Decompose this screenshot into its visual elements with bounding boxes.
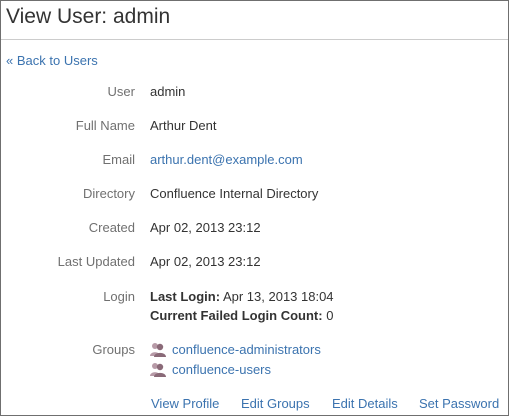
last-login-value: Apr 13, 2013 18:04 xyxy=(222,289,334,304)
last-updated-label: Last Updated xyxy=(57,254,135,269)
view-user-panel: View User: admin « Back to Users User ad… xyxy=(0,0,509,416)
group-item: confluence-users xyxy=(150,361,321,378)
page-title: View User: admin xyxy=(6,5,171,28)
groups-label: Groups xyxy=(92,342,135,357)
back-arrow: « xyxy=(6,53,14,68)
failed-login-line: Current Failed Login Count: 0 xyxy=(150,307,334,324)
group-icon xyxy=(150,343,166,357)
failed-login-count-value: 0 xyxy=(326,308,334,323)
edit-groups-link[interactable]: Edit Groups xyxy=(241,396,310,412)
group-link-confluence-administrators[interactable]: confluence-administrators xyxy=(172,342,321,357)
view-profile-link[interactable]: View Profile xyxy=(151,396,219,412)
group-item: confluence-administrators xyxy=(150,341,321,358)
group-link-confluence-users[interactable]: confluence-users xyxy=(172,362,271,377)
created-value: Apr 02, 2013 23:12 xyxy=(150,220,261,235)
user-value: admin xyxy=(150,84,186,99)
directory-label: Directory xyxy=(82,186,135,201)
email-link[interactable]: arthur.dent@example.com xyxy=(150,152,303,167)
full-name-label: Full Name xyxy=(75,118,135,133)
edit-details-link[interactable]: Edit Details xyxy=(332,396,398,412)
set-password-link[interactable]: Set Password xyxy=(419,396,499,412)
group-icon xyxy=(150,363,166,377)
failed-login-count-label: Current Failed Login Count: xyxy=(150,308,323,323)
login-value: Last Login: Apr 13, 2013 18:04 Current F… xyxy=(150,288,334,324)
last-login-line: Last Login: Apr 13, 2013 18:04 xyxy=(150,288,334,305)
back-to-users-label: Back to Users xyxy=(16,53,98,68)
last-updated-value: Apr 02, 2013 23:12 xyxy=(150,254,261,269)
login-label: Login xyxy=(103,289,135,304)
email-label: Email xyxy=(102,152,135,167)
user-label: User xyxy=(107,84,135,99)
last-login-label: Last Login: xyxy=(150,289,221,304)
created-label: Created xyxy=(88,220,135,235)
groups-list: confluence-administrators confluence-use… xyxy=(150,341,321,378)
title-divider xyxy=(1,39,508,40)
full-name-value: Arthur Dent xyxy=(150,118,217,133)
directory-value: Confluence Internal Directory xyxy=(150,186,319,201)
back-to-users-link[interactable]: « Back to Users xyxy=(6,53,98,69)
